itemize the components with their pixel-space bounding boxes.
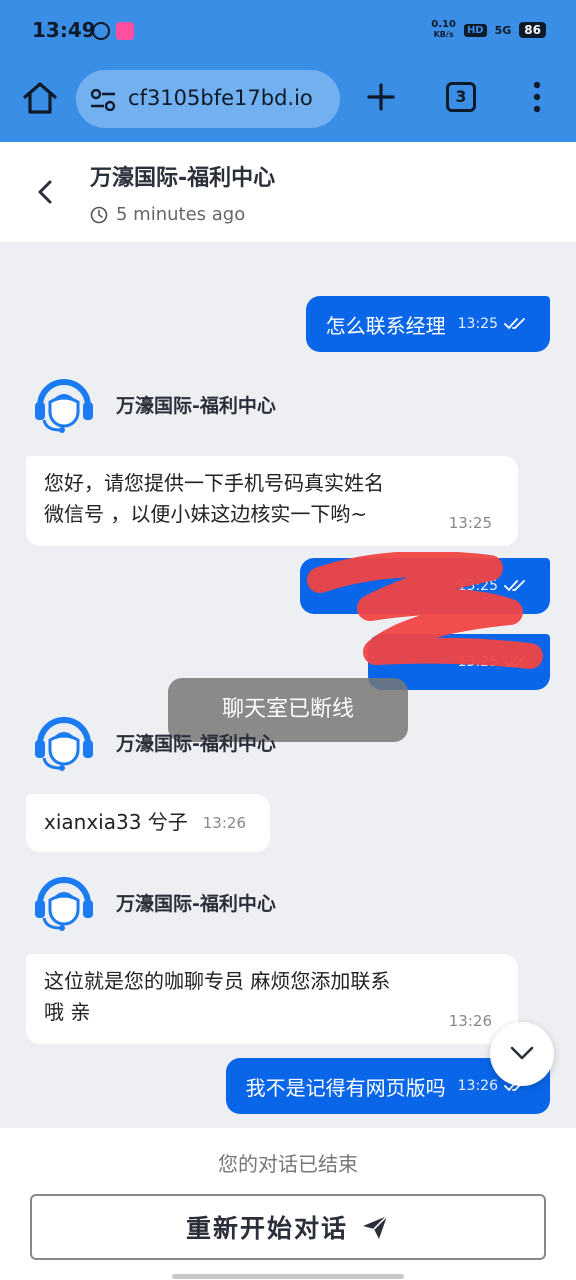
message-text-line1: 您好，请您提供一下手机号码真实姓名 xyxy=(44,471,384,495)
browser-toolbar: cf3105bfe17bd.io 3 xyxy=(0,62,576,142)
site-settings-icon[interactable] xyxy=(90,89,116,111)
message-time: 13:26 xyxy=(457,1078,498,1094)
message-time: 13:25 xyxy=(448,514,492,532)
message-time: 13:26 xyxy=(202,814,246,832)
signal-icon: 5G xyxy=(494,23,512,37)
status-right: 0.10 KB/s HD 5G 86 xyxy=(431,20,546,40)
agent-header: 万濠国际-福利中心 xyxy=(32,870,276,934)
message-time: 13:26 xyxy=(448,1012,492,1030)
app-notification-icon xyxy=(92,22,110,40)
scroll-to-bottom-button[interactable] xyxy=(490,1022,554,1086)
message-text: 怎么联系经理 xyxy=(325,313,446,338)
chat-header: 万濠国际-福利中心 5 minutes ago xyxy=(0,142,576,242)
incoming-message: 这位就是您的咖聊专员 麻烦您添加联系 哦 亲 13:26 xyxy=(26,954,518,1044)
outgoing-message: 怎么联系经理 13:25 xyxy=(305,296,550,352)
tab-switcher-button[interactable]: 3 xyxy=(446,82,476,112)
back-arrow-icon[interactable] xyxy=(32,178,60,206)
network-speed: 0.10 KB/s xyxy=(431,20,456,40)
message-text: 我不是记得有网页版吗 xyxy=(245,1075,446,1100)
chevron-down-icon xyxy=(510,1046,534,1060)
message-text-line2: 哦 亲 xyxy=(44,1000,91,1024)
chat-message-list[interactable]: 怎么联系经理 13:25 万濠国际-福利中心 您好，请您提供一下手机号码真实姓名… xyxy=(0,242,576,1128)
send-icon xyxy=(363,1215,388,1239)
incoming-message: 您好，请您提供一下手机号码真实姓名 微信号 ，以便小妹这边核实一下哟~ 13:2… xyxy=(26,456,518,546)
network-speed-value: 0.10 xyxy=(431,19,456,30)
read-receipt-icon xyxy=(504,318,525,330)
agent-avatar-icon xyxy=(35,717,93,771)
new-tab-icon[interactable] xyxy=(366,82,396,112)
message-text-line2: 微信号 ，以便小妹这边核实一下哟~ xyxy=(44,502,368,526)
message-time: 13:25 xyxy=(457,316,498,332)
agent-header: 万濠国际-福利中心 xyxy=(32,372,276,436)
chat-last-seen: 5 minutes ago xyxy=(116,204,246,225)
status-time: 13:49 xyxy=(32,18,96,42)
agent-name: 万濠国际-福利中心 xyxy=(116,394,276,417)
conversation-ended-text: 您的对话已结束 xyxy=(218,1152,358,1176)
restart-button-label: 重新开始对话 xyxy=(185,1214,348,1243)
message-text-line1: 这位就是您的咖聊专员 麻烦您添加联系 xyxy=(44,969,391,993)
hd-icon: HD xyxy=(463,23,487,37)
url-text: cf3105bfe17bd.io xyxy=(128,86,313,110)
home-icon[interactable] xyxy=(20,78,60,118)
app-badge-icon xyxy=(116,22,134,40)
status-bar: 13:49 0.10 KB/s HD 5G 86 xyxy=(0,0,576,62)
restart-conversation-button[interactable]: 重新开始对话 xyxy=(30,1194,546,1260)
agent-name: 万濠国际-福利中心 xyxy=(116,732,276,755)
gesture-home-bar[interactable] xyxy=(172,1274,404,1279)
chat-title: 万濠国际-福利中心 xyxy=(90,166,276,191)
more-menu-icon[interactable] xyxy=(526,80,548,114)
address-bar[interactable]: cf3105bfe17bd.io xyxy=(76,70,340,128)
agent-avatar-icon xyxy=(35,379,93,433)
clock-icon xyxy=(90,206,108,224)
battery-icon: 86 xyxy=(519,22,546,38)
agent-name: 万濠国际-福利中心 xyxy=(116,892,276,915)
incoming-message: xianxia33 兮子 13:26 xyxy=(26,794,270,852)
redaction-scribble xyxy=(307,552,543,669)
network-speed-unit: KB/s xyxy=(433,30,454,39)
chat-footer: 您的对话已结束 重新开始对话 xyxy=(0,1128,576,1280)
agent-header: 万濠国际-福利中心 xyxy=(32,710,276,774)
agent-avatar-icon xyxy=(35,877,93,931)
